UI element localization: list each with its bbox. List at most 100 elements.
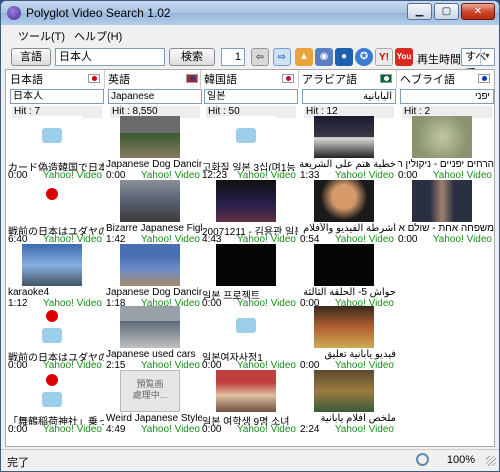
video-meta: 0:00 Yahoo! Video	[8, 424, 104, 435]
video-thumbnail[interactable]: 預覧画 處理中...	[120, 370, 180, 412]
status-bar: 完了 100%	[1, 449, 499, 471]
minimize-icon[interactable]: ▁	[407, 3, 432, 20]
column-divider[interactable]	[298, 70, 299, 88]
video-result[interactable]: Japanese used cars 2:15 Yahoo! Video	[106, 306, 200, 371]
resize-grip-icon[interactable]	[486, 456, 496, 466]
source-youtube-icon[interactable]: You	[395, 48, 413, 66]
video-source[interactable]: Yahoo! Video	[43, 424, 102, 435]
column-query-input[interactable]: Japanese	[108, 89, 202, 104]
column-query-input[interactable]: 日本人	[10, 89, 104, 104]
video-thumbnail[interactable]	[22, 306, 82, 348]
menu-help[interactable]: ヘルプ(H)	[74, 28, 122, 44]
video-thumbnail[interactable]	[216, 244, 276, 286]
video-thumbnail[interactable]	[216, 370, 276, 412]
video-meta: 4:49 Yahoo! Video	[106, 424, 202, 435]
column-header[interactable]: ヘブライ語	[400, 71, 494, 87]
video-result[interactable]: 20071211 - 김용관 일본 4:43 Yahoo! Video	[202, 180, 298, 245]
video-result[interactable]: خطبة هتم على الشريعة اليابانية1:33Yahoo!…	[300, 116, 396, 181]
video-thumbnail[interactable]	[314, 244, 374, 286]
video-thumbnail[interactable]	[120, 116, 180, 158]
country-flag-icon	[380, 74, 392, 83]
video-thumbnail[interactable]	[216, 116, 276, 158]
video-result[interactable]: karaoke4 1:12 Yahoo! Video	[8, 244, 102, 309]
video-result[interactable]: Japanese Dog Dancing 0:00 Yahoo! Video	[106, 116, 202, 181]
video-result[interactable]: 일본 프로젝트 0:00 Yahoo! Video	[202, 244, 296, 309]
video-result[interactable]: ملخص أفلام يابانية 2:24 Yahoo! Video	[300, 370, 396, 435]
page-number-input[interactable]: 1	[221, 48, 245, 66]
zoom-level[interactable]: 100%	[447, 454, 475, 466]
video-thumbnail[interactable]	[22, 116, 82, 158]
video-result[interactable]: 戦前の日本はユダヤの理0:00Yahoo! Video	[8, 306, 104, 371]
video-duration: 0:00	[202, 424, 222, 435]
close-icon[interactable]: ✕	[461, 3, 495, 20]
menu-bar: ツール(T) ヘルプ(H)	[1, 25, 499, 44]
video-thumbnail[interactable]	[314, 306, 374, 348]
playtime-label: 再生時間	[417, 54, 461, 66]
country-flag-icon	[282, 74, 294, 83]
column-header-label: 英語	[108, 74, 130, 86]
video-thumbnail[interactable]	[120, 244, 180, 286]
next-page-arrow-icon[interactable]: ⇨	[273, 48, 291, 66]
video-thumbnail[interactable]	[216, 180, 276, 222]
menu-tools[interactable]: ツール(T)	[18, 28, 65, 44]
video-thumbnail[interactable]	[22, 370, 82, 412]
column-query-input[interactable]: اليابانية	[302, 89, 396, 104]
column-query-input[interactable]: יפני	[400, 89, 494, 104]
maximize-icon[interactable]: ▢	[434, 3, 459, 20]
column-query-input[interactable]: 일본	[204, 89, 298, 104]
prev-page-arrow-icon[interactable]: ⇦	[251, 48, 269, 66]
video-result[interactable]: 戦前の日本はユダヤの理6:40Yahoo! Video	[8, 180, 104, 245]
source-yahoo-icon[interactable]: Y!	[375, 48, 393, 66]
video-result[interactable]: حواش 5- الحلقة الثالثة يابانية وأفلام0:0…	[300, 244, 396, 309]
video-result[interactable]: 預覧画 處理中... Weird Japanese Style E 4:49 Yaho…	[106, 370, 202, 435]
language-button[interactable]: 言語	[11, 48, 51, 66]
column-header[interactable]: 韓国語	[204, 71, 298, 87]
column-header[interactable]: 英語	[108, 71, 202, 87]
video-thumbnail[interactable]	[314, 180, 374, 222]
video-meta: 2:24 Yahoo! Video	[300, 424, 396, 435]
video-source[interactable]: Yahoo! Video	[433, 234, 492, 245]
language-column: アラビア語 اليابانية Hit : 12 خطبة هتم على الشري…	[300, 70, 396, 446]
video-thumbnail[interactable]	[314, 116, 374, 158]
video-result[interactable]: فيديو يابانية تعليق 0:00 Yahoo! Video	[300, 306, 396, 371]
video-result[interactable]: Japanese Dog Dancing 1:18 Yahoo! Video	[106, 244, 202, 309]
video-result[interactable]: 일본여자사정1 0:00 Yahoo! Video	[202, 306, 296, 371]
video-result[interactable]: أشرطة الفيديو والأفلام مشتركة بين الحسين…	[300, 180, 396, 245]
video-meta: 0:00 Yahoo! Video	[398, 234, 494, 245]
source-clipshack-icon[interactable]: ◉	[315, 48, 333, 66]
column-divider[interactable]	[200, 70, 201, 88]
country-flag-icon	[186, 74, 198, 83]
column-header[interactable]: アラビア語	[302, 71, 396, 87]
video-result[interactable]: カード偽造韓国で日本人0:00Yahoo! Video	[8, 116, 104, 181]
video-meta: 0:00 Yahoo! Video	[202, 424, 298, 435]
video-thumbnail[interactable]	[22, 180, 82, 222]
video-thumbnail[interactable]	[216, 306, 276, 348]
column-header[interactable]: 日本語	[10, 71, 104, 87]
source-dailymotion-icon[interactable]: ▲	[295, 48, 313, 66]
video-thumbnail[interactable]	[120, 306, 180, 348]
video-result[interactable]: הרחים יפניים - ניקולין הרחים0:00Yahoo! V…	[398, 116, 494, 181]
source-youku-icon[interactable]: ✪	[355, 48, 373, 66]
video-source[interactable]: Yahoo! Video	[237, 424, 296, 435]
video-source[interactable]: Yahoo! Video	[335, 424, 394, 435]
video-thumbnail[interactable]	[22, 244, 82, 286]
search-button[interactable]: 検索	[169, 48, 215, 66]
search-input[interactable]: 日本人	[55, 48, 165, 66]
video-thumbnail[interactable]	[412, 180, 472, 222]
column-divider[interactable]	[396, 70, 397, 88]
column-divider[interactable]	[104, 70, 105, 88]
playtime-select[interactable]: すべて ▼	[461, 48, 495, 79]
video-result[interactable]: 고화질 일본 3십(며1능 12:23 Yahoo! Video	[202, 116, 296, 181]
app-window: Polyglot Video Search 1.02 ▁ ▢ ✕ ツール(T) …	[0, 0, 500, 472]
video-thumbnail[interactable]	[412, 116, 472, 158]
video-source[interactable]: Yahoo! Video	[141, 424, 200, 435]
video-result[interactable]: 「舞鶴稲荷神社」乗っ取0:00Yahoo! Video	[8, 370, 104, 435]
video-thumbnail[interactable]	[120, 180, 180, 222]
source-veoh-icon[interactable]: ●	[335, 48, 353, 66]
video-result[interactable]: משפחה אחת - שולם אחד0:00Yahoo! Video	[398, 180, 494, 245]
video-result[interactable]: Bizarre Japanese Fight 1:42 Yahoo! Video	[106, 180, 202, 245]
video-thumbnail[interactable]	[314, 370, 374, 412]
video-result[interactable]: 일본 여학생 9명 소녀 0:00 Yahoo! Video	[202, 370, 298, 435]
chevron-down-icon: ▼	[480, 49, 494, 65]
zoom-icon[interactable]	[416, 453, 429, 466]
